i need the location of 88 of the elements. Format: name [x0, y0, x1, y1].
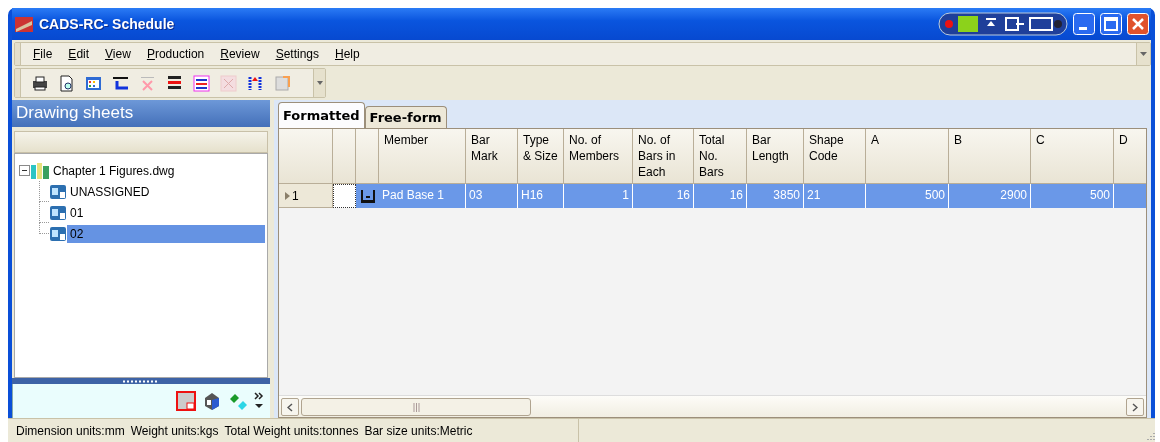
close-button[interactable] [1127, 13, 1149, 35]
caret-icon [316, 81, 323, 85]
table-cell: H16 [518, 184, 564, 208]
column-header[interactable]: Bar Length [747, 129, 804, 184]
grip-lines-icon [412, 402, 420, 412]
table-cell: 1 [564, 184, 633, 208]
menu-item[interactable]: Review [212, 45, 268, 63]
menu-item[interactable]: Settings [267, 45, 327, 63]
status-text: Total Weight units:tonnes [224, 423, 359, 438]
sheet-edit-icon [274, 74, 291, 92]
column-header[interactable]: Type & Size [518, 129, 564, 184]
app-icon [14, 15, 34, 33]
maximize-button[interactable] [1100, 13, 1122, 35]
table-cell: 03 [466, 184, 518, 208]
status-text: Dimension units:mm [16, 423, 125, 438]
sheet-icon [49, 204, 67, 221]
bracket-lines-icon [112, 74, 129, 92]
tree-item[interactable]: 02 [67, 224, 265, 243]
column-header[interactable]: Bar Mark [466, 129, 518, 184]
menu-item[interactable]: File [25, 45, 61, 63]
chevron-right-icon [1132, 402, 1138, 412]
sheet-icon [49, 225, 67, 242]
window-title: CADS-RC- Schedule [39, 16, 176, 32]
horizontal-scrollbar[interactable] [279, 395, 1146, 417]
stacked-bars-icon [166, 74, 183, 92]
scroll-thumb[interactable] [301, 398, 531, 416]
caret-icon [1140, 52, 1147, 56]
table-row[interactable]: 1 Pad Base 1 03 H16 1 16 16 3850 21 500 2900 500 [279, 184, 1146, 208]
column-header[interactable]: Shape Code [804, 129, 866, 184]
faded-sheet-icon [220, 74, 237, 92]
menu-overflow-button[interactable] [1136, 43, 1150, 65]
corner-header [279, 129, 333, 184]
scroll-right-button[interactable] [1126, 398, 1144, 416]
binder-icon [30, 161, 50, 180]
menu-item[interactable]: Production [138, 45, 213, 63]
column-header [356, 129, 379, 184]
column-header[interactable]: B [949, 129, 1031, 184]
column-header[interactable]: D [1114, 129, 1146, 184]
table-cell: 16 [633, 184, 694, 208]
table-cell: 500 [866, 184, 949, 208]
minimize-button[interactable] [1073, 13, 1095, 35]
table-cell: 16 [694, 184, 747, 208]
status-text: Bar size units:Metric [364, 423, 473, 438]
grip-dots-icon [123, 379, 159, 383]
table-cell: 21 [804, 184, 866, 208]
tree-item[interactable]: 01 [67, 203, 265, 222]
tab[interactable]: Formatted [278, 102, 365, 128]
table-cell: Pad Base 1 [379, 184, 466, 208]
column-header[interactable]: A [866, 129, 949, 184]
table-cell: 3850 [747, 184, 804, 208]
shape-icon [359, 188, 376, 204]
crossed-lines-icon [139, 74, 156, 92]
striped-sheet-icon [193, 74, 210, 92]
status-text: Weight units:kgs [130, 423, 219, 438]
menu-item[interactable]: Edit [60, 45, 98, 63]
focus-cell[interactable] [333, 184, 356, 208]
toolbar-overflow-button[interactable] [313, 69, 325, 97]
collapse-icon[interactable] [19, 165, 30, 176]
column-header[interactable]: C [1031, 129, 1114, 184]
sheet-frame-icon[interactable] [176, 391, 196, 411]
menu-item[interactable]: View [97, 45, 139, 63]
column-header[interactable]: Total No. Bars [694, 129, 747, 184]
pills-icon[interactable] [228, 391, 248, 411]
row-pointer-icon [285, 191, 290, 200]
column-header[interactable]: Member [379, 129, 466, 184]
table-cell: 500 [1031, 184, 1114, 208]
scroll-left-button[interactable] [281, 398, 299, 416]
dashed-columns-icon [247, 74, 264, 92]
chevron-left-icon [287, 402, 293, 412]
tree-item[interactable]: UNASSIGNED [67, 182, 265, 201]
row-number: 1 [292, 188, 299, 203]
table-cell: 2900 [949, 184, 1031, 208]
splitter-bar[interactable] [12, 378, 270, 384]
grip-handle[interactable] [15, 43, 21, 65]
tab[interactable]: Free-form [364, 106, 447, 128]
cube-tool-icon[interactable] [202, 391, 222, 411]
panel-title: Drawing sheets [12, 100, 270, 127]
column-header[interactable]: No. of Bars in Each [633, 129, 694, 184]
grip-handle[interactable] [15, 69, 21, 97]
table-grid-icon [85, 74, 102, 92]
menu-item[interactable]: Help [327, 45, 368, 63]
chevron-more-icon[interactable] [254, 392, 264, 410]
column-header [333, 129, 356, 184]
tree-item[interactable]: Chapter 1 Figures.dwg [50, 161, 178, 180]
printer-icon [31, 74, 48, 92]
print-preview-icon [58, 74, 75, 92]
column-header[interactable]: No. of Members [564, 129, 633, 184]
sheet-icon [49, 183, 67, 200]
